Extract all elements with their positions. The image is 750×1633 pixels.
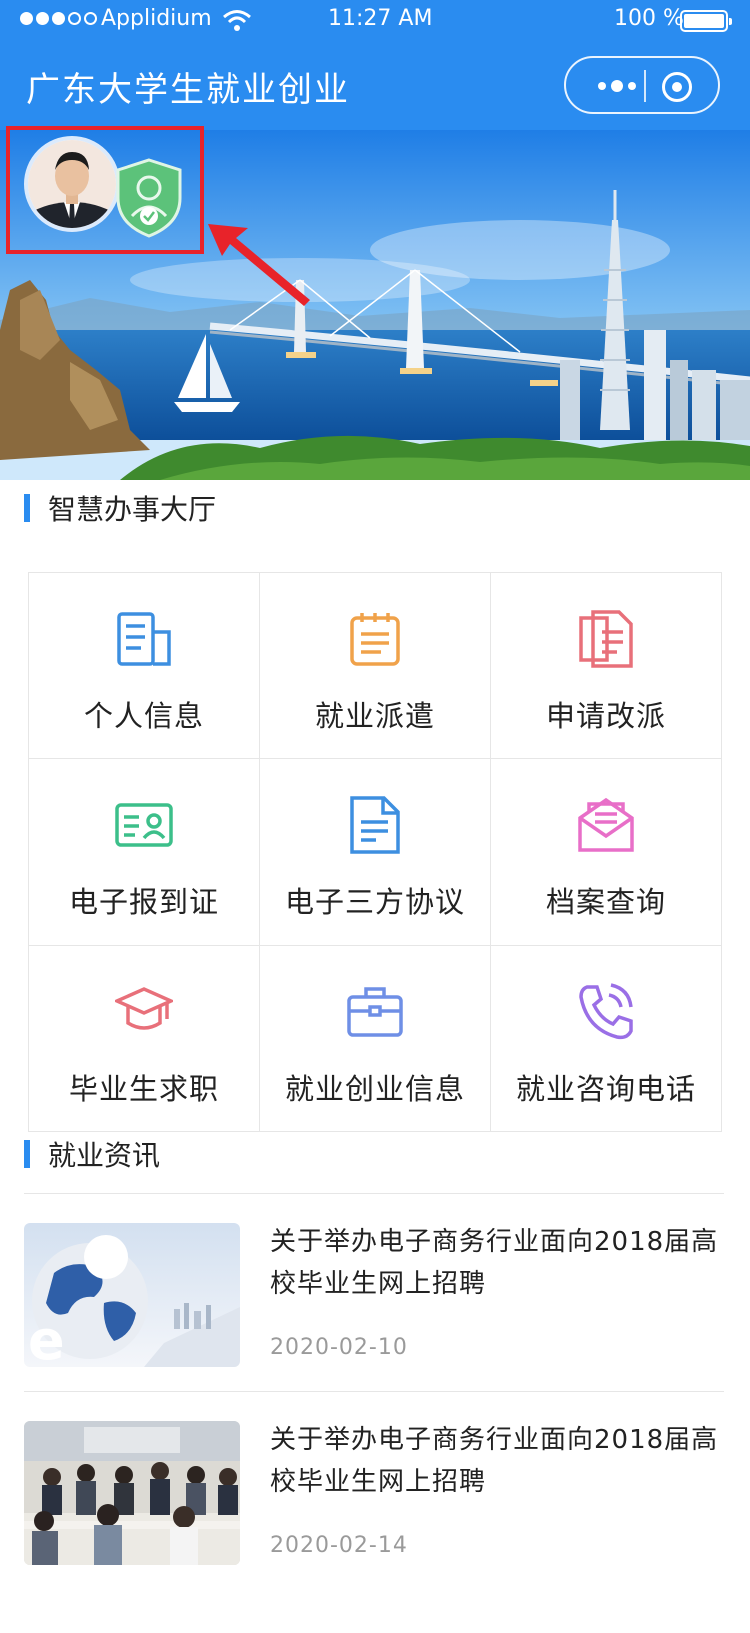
service-label: 就业咨询电话 [515,1071,696,1106]
service-label: 档案查询 [545,885,666,920]
services-title-text: 智慧办事大厅 [48,493,217,526]
divider [24,1193,724,1194]
service-e-report-card[interactable]: 电子报到证 [29,759,260,946]
mini-program-capsule [564,56,720,114]
service-dispatch[interactable]: 就业派遣 [260,573,491,760]
service-personal-info[interactable]: 个人信息 [29,573,260,760]
user-avatar[interactable] [24,136,120,232]
news-title: 关于举办电子商务行业面向2018届高校毕业生网上招聘 [270,1425,719,1497]
news-item[interactable]: e 关于举办电子商务行业面向2018届高校毕业生网上招聘 2020-02-10 [24,1223,724,1369]
graduation-cap-icon [112,980,176,1044]
news-section-title: 就业资讯 [24,1134,160,1174]
service-employment-info[interactable]: 就业创业信息 [260,945,491,1132]
pointer-arrow-icon [208,224,310,306]
person-avatar-icon [28,140,116,228]
section-accent-bar [24,494,30,522]
verified-shield-badge-icon[interactable] [116,158,182,238]
news-date: 2020-02-10 [270,1335,408,1360]
wifi-icon [223,10,251,31]
notepad-icon [343,607,407,671]
news-item[interactable]: 关于举办电子商务行业面向2018届高校毕业生网上招聘 2020-02-14 [24,1421,724,1567]
news-title: 关于举办电子商务行业面向2018届高校毕业生网上招聘 [270,1227,719,1299]
app-header: Applidium 11:27 AM 100 % 广东大学生就业创业 [0,0,750,130]
briefcase-icon [343,980,407,1044]
envelope-icon [574,793,638,857]
section-accent-bar [24,1140,30,1168]
battery-icon [680,10,732,32]
status-time: 11:27 AM [328,6,433,31]
phone-icon [574,980,638,1044]
services-section-title: 智慧办事大厅 [24,488,216,528]
close-mini-program-button[interactable] [662,72,692,102]
divider [24,1391,724,1392]
service-label: 电子三方协议 [284,885,465,920]
service-graduate-job-hunt[interactable]: 毕业生求职 [29,945,260,1132]
service-label: 毕业生求职 [68,1071,219,1106]
service-label: 就业创业信息 [284,1071,465,1106]
service-archive-query[interactable]: 档案查询 [491,759,722,946]
svg-text:e: e [28,1309,65,1367]
news-title-text: 就业资讯 [48,1139,161,1172]
id-card-icon [112,793,176,857]
page-title: 广东大学生就业创业 [26,70,350,110]
contract-icon [343,793,407,857]
meeting-photo-thumbnail [24,1421,240,1565]
service-label: 就业派遣 [314,699,435,733]
service-label: 申请改派 [545,699,666,733]
carrier-name: Applidium [101,6,212,31]
service-label: 电子报到证 [68,885,219,920]
capsule-divider [644,70,646,102]
services-grid: 个人信息 就业派遣 申请改派 电子报到证 电子三方协议 档案查询 毕业生求职 就… [28,572,722,1132]
news-date: 2020-02-14 [270,1533,408,1558]
files-icon [574,607,638,671]
more-options-button[interactable] [592,74,642,98]
service-reassign[interactable]: 申请改派 [491,573,722,760]
battery-percent: 100 % [614,6,684,31]
service-tripartite-agreement[interactable]: 电子三方协议 [260,759,491,946]
service-hotline[interactable]: 就业咨询电话 [491,945,722,1132]
service-label: 个人信息 [83,699,204,733]
document-icon [112,607,176,671]
status-bar: Applidium 11:27 AM 100 % [0,0,750,42]
signal-strength-icon [20,12,97,25]
globe-thumbnail: e [24,1223,240,1367]
